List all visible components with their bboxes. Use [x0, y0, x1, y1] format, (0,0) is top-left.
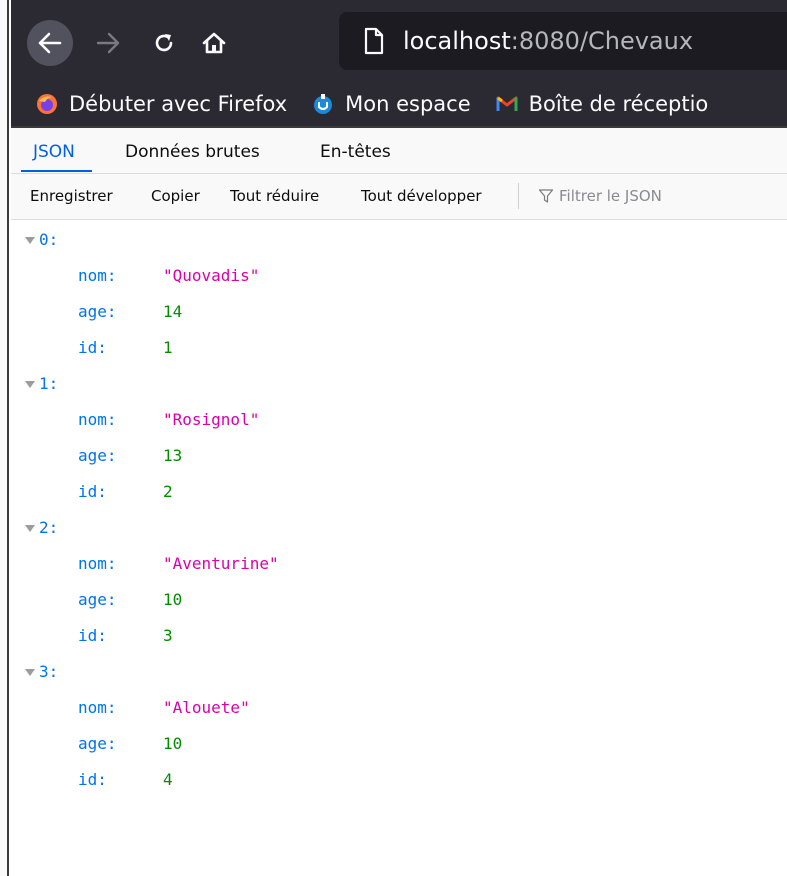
url-host: localhost: [403, 27, 511, 55]
json-key: age:: [78, 302, 117, 321]
expand-triangle-icon[interactable]: [25, 366, 35, 402]
expand-triangle-icon[interactable]: [25, 654, 35, 690]
json-key: id:: [78, 482, 107, 501]
tab-json[interactable]: JSON: [33, 142, 75, 162]
json-index-label: 1:: [39, 374, 59, 393]
json-key: nom:: [78, 410, 117, 429]
bookmark-label: Mon espace: [345, 91, 471, 116]
json-viewer-toolbar: Enregistrer Copier Tout réduire Tout dév…: [11, 174, 787, 220]
page-icon: [363, 26, 389, 56]
json-index-label: 3:: [39, 662, 59, 681]
toolbar-divider: [518, 183, 519, 209]
arrow-right-icon: [96, 32, 120, 54]
json-string-value: "Rosignol": [163, 410, 260, 429]
url-text: localhost:8080/Chevaux: [403, 27, 693, 55]
json-number-value: 13: [163, 446, 183, 465]
expand-all-button[interactable]: Tout développer: [361, 187, 482, 205]
reload-button[interactable]: [141, 20, 187, 66]
json-number-value: 10: [163, 734, 183, 753]
gmail-icon: [495, 92, 519, 116]
json-key: age:: [78, 590, 117, 609]
json-key: id:: [78, 770, 107, 789]
json-viewer-tabs: JSON Données brutes En-têtes: [11, 126, 787, 174]
json-key: nom:: [78, 266, 117, 285]
save-button[interactable]: Enregistrer: [30, 187, 113, 205]
json-index-label: 2:: [39, 518, 59, 537]
bookmark-label: Boîte de réceptio: [528, 91, 709, 116]
json-number-value: 1: [163, 338, 173, 357]
active-tab-indicator: [21, 170, 92, 172]
json-key: nom:: [78, 554, 117, 573]
reload-icon: [155, 34, 173, 52]
bookmark-mon-espace[interactable]: Mon espace: [311, 91, 471, 116]
bookmark-gmail[interactable]: Boîte de réceptio: [495, 91, 709, 116]
json-key: id:: [78, 626, 107, 645]
home-icon: [202, 32, 226, 54]
url-path: :8080/Chevaux: [510, 27, 694, 55]
arrow-left-icon: [38, 32, 62, 54]
mon-espace-icon: [311, 92, 335, 116]
bookmark-firefox[interactable]: Débuter avec Firefox: [35, 92, 287, 116]
tab-headers[interactable]: En-têtes: [320, 142, 391, 162]
json-key: id:: [78, 338, 107, 357]
tab-raw-data[interactable]: Données brutes: [125, 142, 260, 162]
copy-button[interactable]: Copier: [151, 187, 200, 205]
json-number-value: 10: [163, 590, 183, 609]
json-tree: 0: nom: "Quovadis" age: 14 id: 1 1: nom:…: [11, 220, 787, 876]
bookmarks-toolbar: Débuter avec Firefox Mon espace Boîte de…: [11, 81, 787, 126]
json-number-value: 14: [163, 302, 183, 321]
collapse-all-button[interactable]: Tout réduire: [230, 187, 319, 205]
url-bar[interactable]: localhost:8080/Chevaux: [339, 12, 787, 70]
json-number-value: 2: [163, 482, 173, 501]
window-edge: [0, 0, 9, 876]
json-string-value: "Quovadis": [163, 266, 260, 285]
firefox-icon: [35, 92, 59, 116]
back-button[interactable]: [27, 20, 73, 66]
json-index-label: 0:: [39, 230, 59, 249]
forward-button[interactable]: [85, 20, 131, 66]
bookmark-label: Débuter avec Firefox: [69, 91, 288, 116]
expand-triangle-icon[interactable]: [25, 222, 35, 258]
filter-json-input[interactable]: [559, 184, 769, 208]
json-key: age:: [78, 446, 117, 465]
json-number-value: 4: [163, 770, 173, 789]
json-key: nom:: [78, 698, 117, 717]
json-number-value: 3: [163, 626, 173, 645]
filter-icon: [538, 189, 554, 203]
json-key: age:: [78, 734, 117, 753]
expand-triangle-icon[interactable]: [25, 510, 35, 546]
home-button[interactable]: [191, 20, 237, 66]
json-string-value: "Aventurine": [163, 554, 279, 573]
json-string-value: "Alouete": [163, 698, 250, 717]
browser-toolbar: localhost:8080/Chevaux: [11, 0, 787, 81]
